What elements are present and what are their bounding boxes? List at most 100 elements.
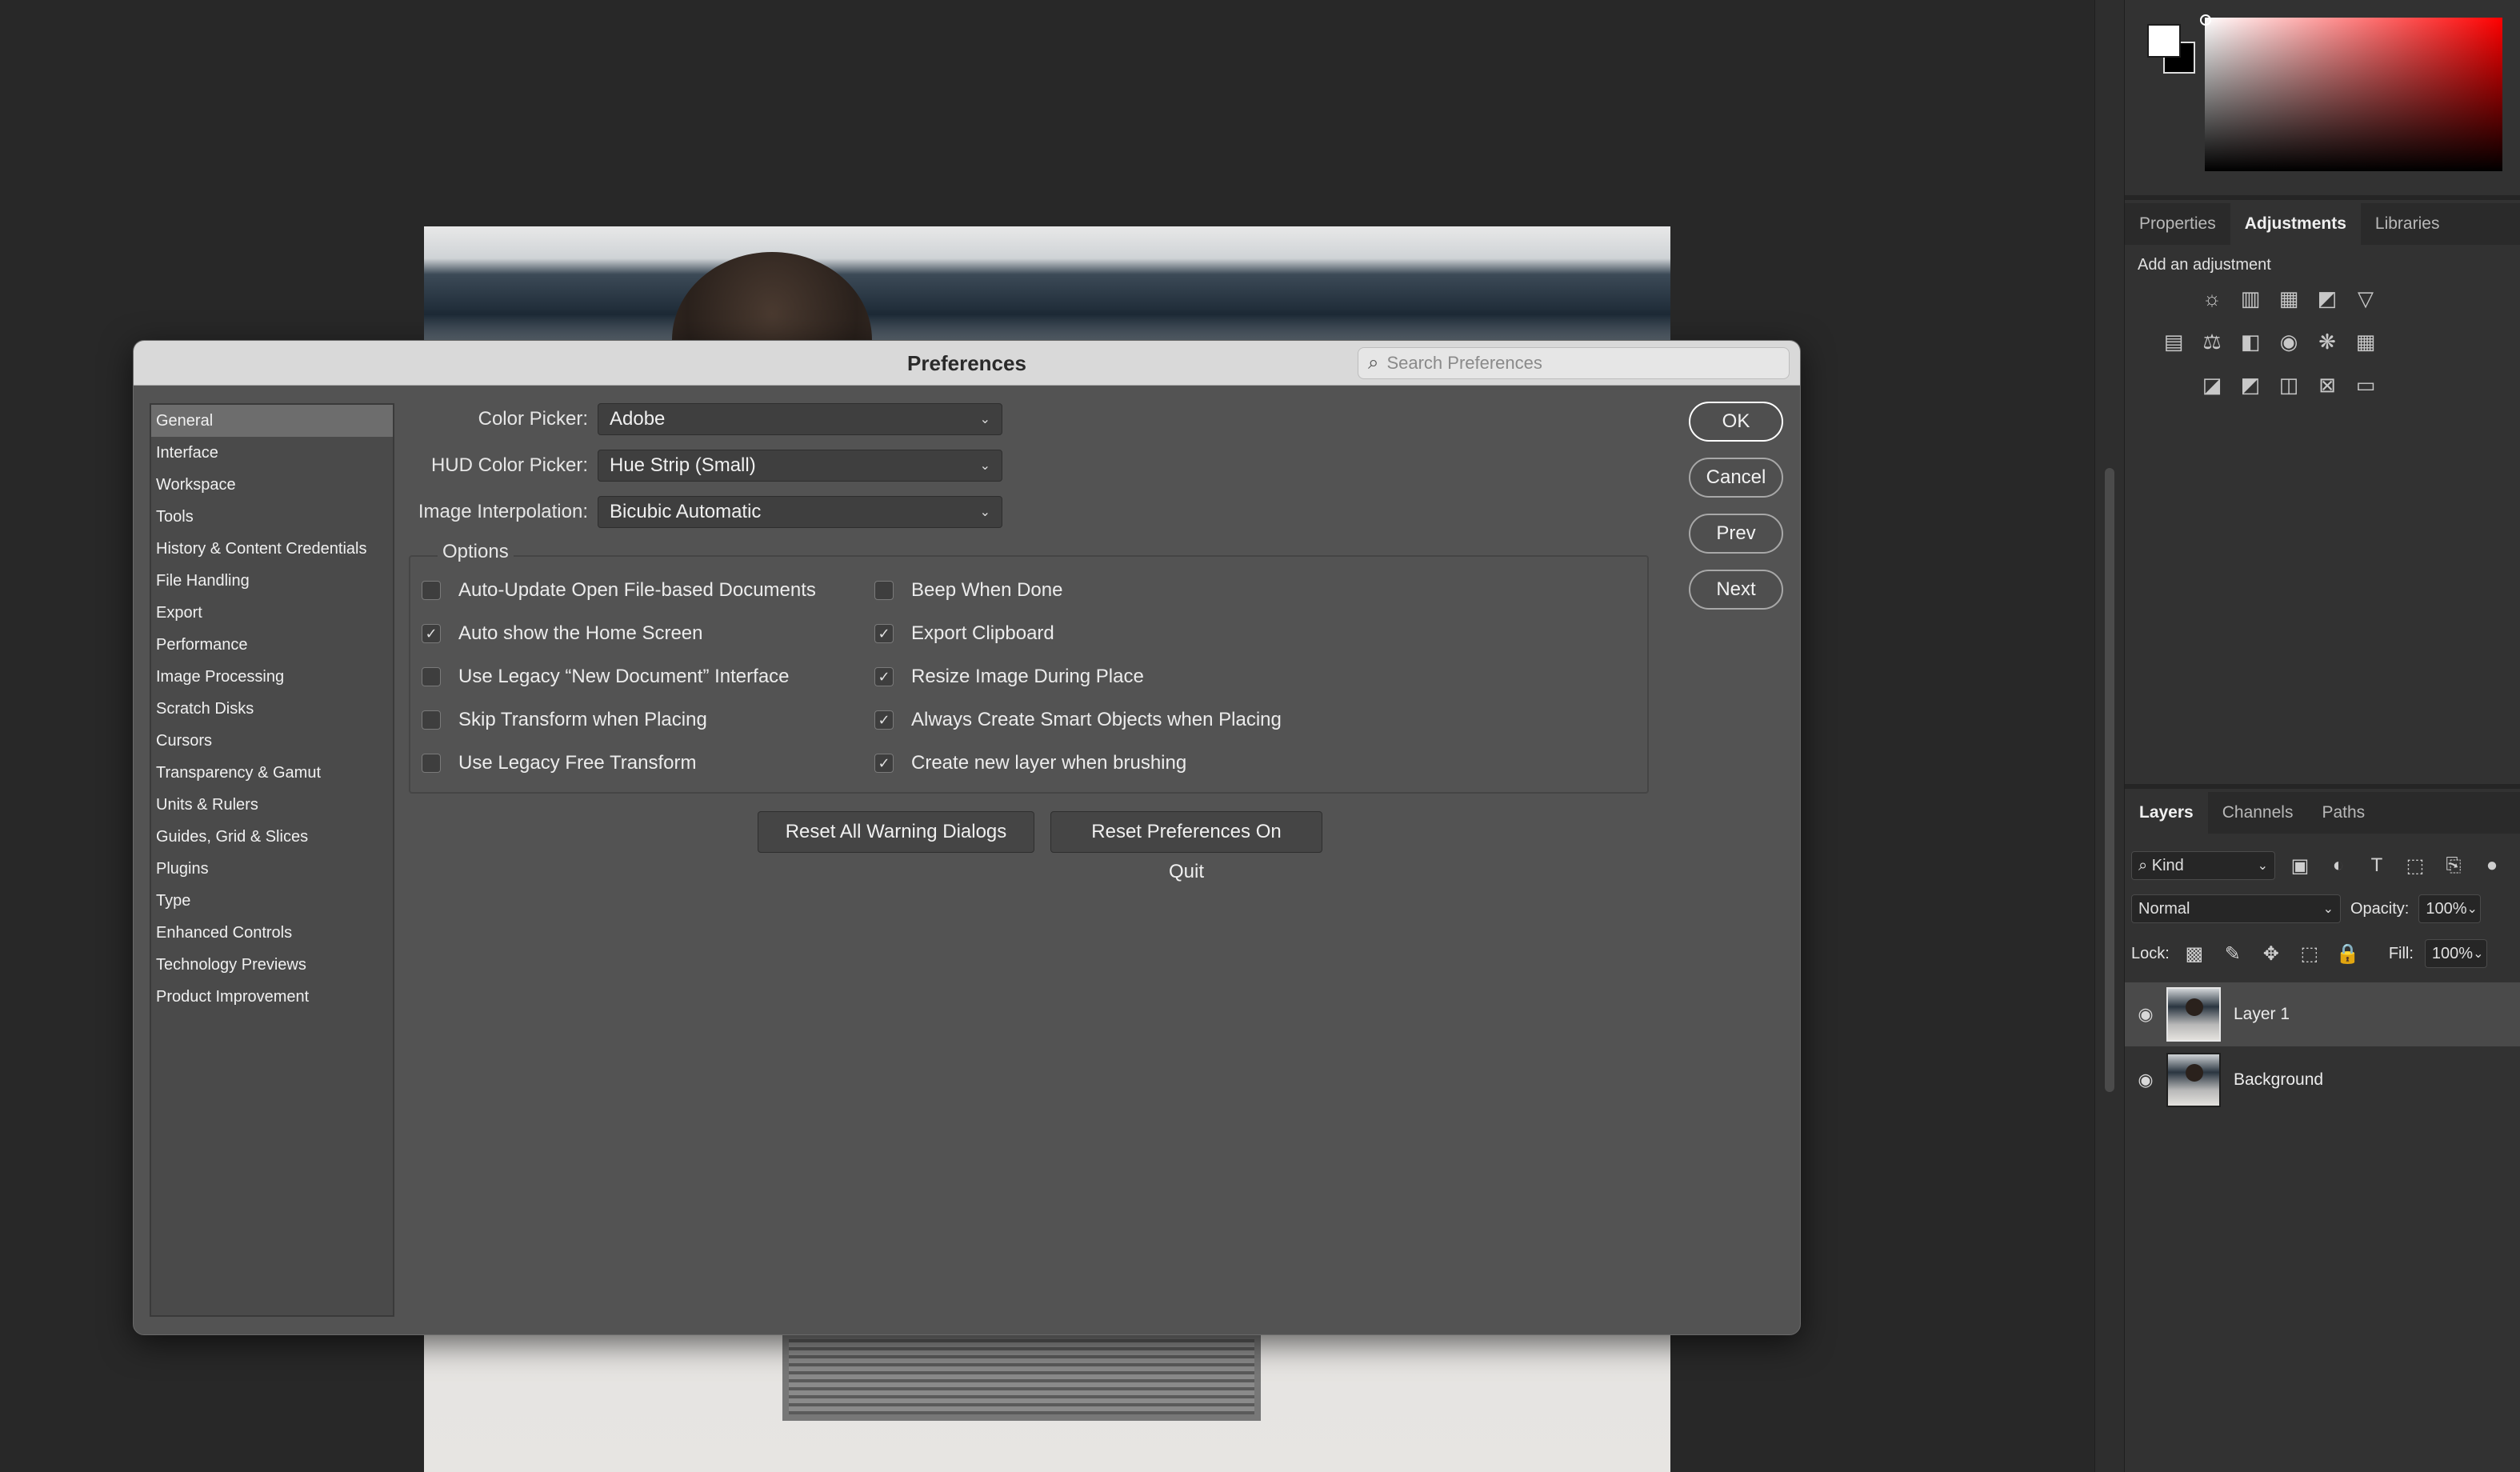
- tab-properties[interactable]: Properties: [2125, 203, 2230, 245]
- tab-libraries[interactable]: Libraries: [2361, 203, 2454, 245]
- dialog-titlebar[interactable]: Preferences ⌕: [134, 341, 1800, 386]
- option-beep-when-done[interactable]: Beep When Done: [874, 579, 1062, 602]
- checkbox[interactable]: [874, 581, 894, 600]
- category-item[interactable]: Interface: [151, 437, 393, 469]
- gradient-map-icon[interactable]: ▭: [2350, 370, 2381, 400]
- category-item[interactable]: Tools: [151, 501, 393, 533]
- search-icon: ⌕: [2138, 856, 2148, 874]
- option-new-layer-brushing[interactable]: ✓ Create new layer when brushing: [874, 752, 1186, 774]
- tab-paths[interactable]: Paths: [2307, 792, 2379, 834]
- reset-warning-dialogs-button[interactable]: Reset All Warning Dialogs: [758, 811, 1034, 853]
- filter-pixel-icon[interactable]: ▣: [2286, 852, 2314, 879]
- checkbox[interactable]: [422, 710, 441, 730]
- category-item[interactable]: Workspace: [151, 469, 393, 501]
- search-input[interactable]: [1386, 353, 1771, 374]
- filter-smart-object-icon[interactable]: ⎘: [2440, 852, 2467, 879]
- filter-shape-icon[interactable]: ⬚: [2402, 852, 2429, 879]
- lock-transparent-icon[interactable]: ▩: [2181, 940, 2208, 967]
- category-item[interactable]: Guides, Grid & Slices: [151, 821, 393, 853]
- lock-brush-icon[interactable]: ✎: [2219, 940, 2246, 967]
- next-button[interactable]: Next: [1689, 570, 1783, 610]
- photo-filter-icon[interactable]: ◉: [2274, 326, 2304, 357]
- layer-row[interactable]: ◉ Layer 1: [2125, 982, 2520, 1046]
- hue-saturation-icon[interactable]: ▤: [2158, 326, 2189, 357]
- category-item[interactable]: Scratch Disks: [151, 693, 393, 725]
- channel-mixer-icon[interactable]: ❋: [2312, 326, 2342, 357]
- threshold-icon[interactable]: ◫: [2274, 370, 2304, 400]
- image-interpolation-select[interactable]: Bicubic Automatic ⌄: [598, 496, 1002, 528]
- color-picker-handle[interactable]: [2200, 14, 2211, 26]
- eye-icon[interactable]: ◉: [2125, 1070, 2166, 1090]
- category-item[interactable]: Product Improvement: [151, 981, 393, 1013]
- category-item[interactable]: Type: [151, 885, 393, 917]
- brightness-icon[interactable]: ☼: [2197, 283, 2227, 314]
- tab-channels[interactable]: Channels: [2208, 792, 2308, 834]
- reset-preferences-button[interactable]: Reset Preferences On Quit: [1050, 811, 1322, 882]
- option-auto-update-docs[interactable]: Auto-Update Open File-based Documents: [422, 579, 816, 602]
- selective-color-icon[interactable]: ⊠: [2312, 370, 2342, 400]
- checkbox[interactable]: ✓: [874, 624, 894, 643]
- category-item[interactable]: Export: [151, 597, 393, 629]
- checkbox[interactable]: [422, 754, 441, 773]
- category-item[interactable]: Cursors: [151, 725, 393, 757]
- lock-artboard-icon[interactable]: ⬚: [2296, 940, 2323, 967]
- color-picker-field[interactable]: [2205, 18, 2502, 171]
- category-item[interactable]: Transparency & Gamut: [151, 757, 393, 789]
- category-item[interactable]: Units & Rulers: [151, 789, 393, 821]
- posterize-icon[interactable]: ◩: [2235, 370, 2266, 400]
- checkbox[interactable]: ✓: [874, 710, 894, 730]
- category-item[interactable]: General: [151, 405, 393, 437]
- option-legacy-new-doc[interactable]: Use Legacy “New Document” Interface: [422, 666, 790, 688]
- blend-mode-select[interactable]: Normal ⌄: [2131, 894, 2341, 923]
- option-smart-objects-placing[interactable]: ✓ Always Create Smart Objects when Placi…: [874, 709, 1282, 731]
- layer-row[interactable]: ◉ Background: [2125, 1048, 2520, 1112]
- kind-filter-select[interactable]: ⌕ Kind ⌄: [2131, 851, 2275, 880]
- foreground-color-swatch[interactable]: [2147, 24, 2181, 58]
- lock-all-icon[interactable]: 🔒: [2334, 940, 2362, 967]
- layer-name[interactable]: Layer 1: [2234, 1005, 2290, 1024]
- checkbox[interactable]: ✓: [874, 754, 894, 773]
- lock-move-icon[interactable]: ✥: [2258, 940, 2285, 967]
- cancel-button[interactable]: Cancel: [1689, 458, 1783, 498]
- option-skip-transform[interactable]: Skip Transform when Placing: [422, 709, 707, 731]
- checkbox[interactable]: [422, 667, 441, 686]
- exposure-icon[interactable]: ◩: [2312, 283, 2342, 314]
- category-item[interactable]: Image Processing: [151, 661, 393, 693]
- eye-icon[interactable]: ◉: [2125, 1004, 2166, 1025]
- vibrance-icon[interactable]: ▽: [2350, 283, 2381, 314]
- checkbox[interactable]: ✓: [422, 624, 441, 643]
- category-item[interactable]: History & Content Credentials: [151, 533, 393, 565]
- option-auto-show-home[interactable]: ✓ Auto show the Home Screen: [422, 622, 703, 645]
- opacity-input[interactable]: 100% ⌄: [2418, 894, 2482, 923]
- invert-icon[interactable]: ◪: [2197, 370, 2227, 400]
- filter-type-icon[interactable]: T: [2363, 852, 2390, 879]
- checkbox[interactable]: ✓: [874, 667, 894, 686]
- fill-input[interactable]: 100% ⌄: [2424, 939, 2487, 968]
- option-export-clipboard[interactable]: ✓ Export Clipboard: [874, 622, 1054, 645]
- filter-adjustment-icon[interactable]: ◐: [2325, 852, 2352, 879]
- search-box[interactable]: ⌕: [1358, 347, 1790, 379]
- canvas-scrollbar-thumb[interactable]: [2105, 468, 2114, 1092]
- tab-adjustments[interactable]: Adjustments: [2230, 203, 2361, 245]
- option-resize-during-place[interactable]: ✓ Resize Image During Place: [874, 666, 1144, 688]
- category-item[interactable]: Performance: [151, 629, 393, 661]
- filter-toggle-icon[interactable]: ●: [2478, 852, 2506, 879]
- ok-button[interactable]: OK: [1689, 402, 1783, 442]
- levels-icon[interactable]: ▥: [2235, 283, 2266, 314]
- checkbox[interactable]: [422, 581, 441, 600]
- hud-color-picker-select[interactable]: Hue Strip (Small) ⌄: [598, 450, 1002, 482]
- prev-button[interactable]: Prev: [1689, 514, 1783, 554]
- curves-icon[interactable]: ▦: [2274, 283, 2304, 314]
- color-lookup-icon[interactable]: ▦: [2350, 326, 2381, 357]
- option-legacy-free-transform[interactable]: Use Legacy Free Transform: [422, 752, 696, 774]
- tab-layers[interactable]: Layers: [2125, 792, 2208, 834]
- color-picker-select[interactable]: Adobe ⌄: [598, 403, 1002, 435]
- category-item[interactable]: File Handling: [151, 565, 393, 597]
- canvas-scrollbar[interactable]: [2094, 0, 2125, 1472]
- category-item[interactable]: Technology Previews: [151, 949, 393, 981]
- category-item[interactable]: Enhanced Controls: [151, 917, 393, 949]
- layer-name[interactable]: Background: [2234, 1070, 2323, 1090]
- black-white-icon[interactable]: ◧: [2235, 326, 2266, 357]
- color-balance-icon[interactable]: ⚖: [2197, 326, 2227, 357]
- category-item[interactable]: Plugins: [151, 853, 393, 885]
